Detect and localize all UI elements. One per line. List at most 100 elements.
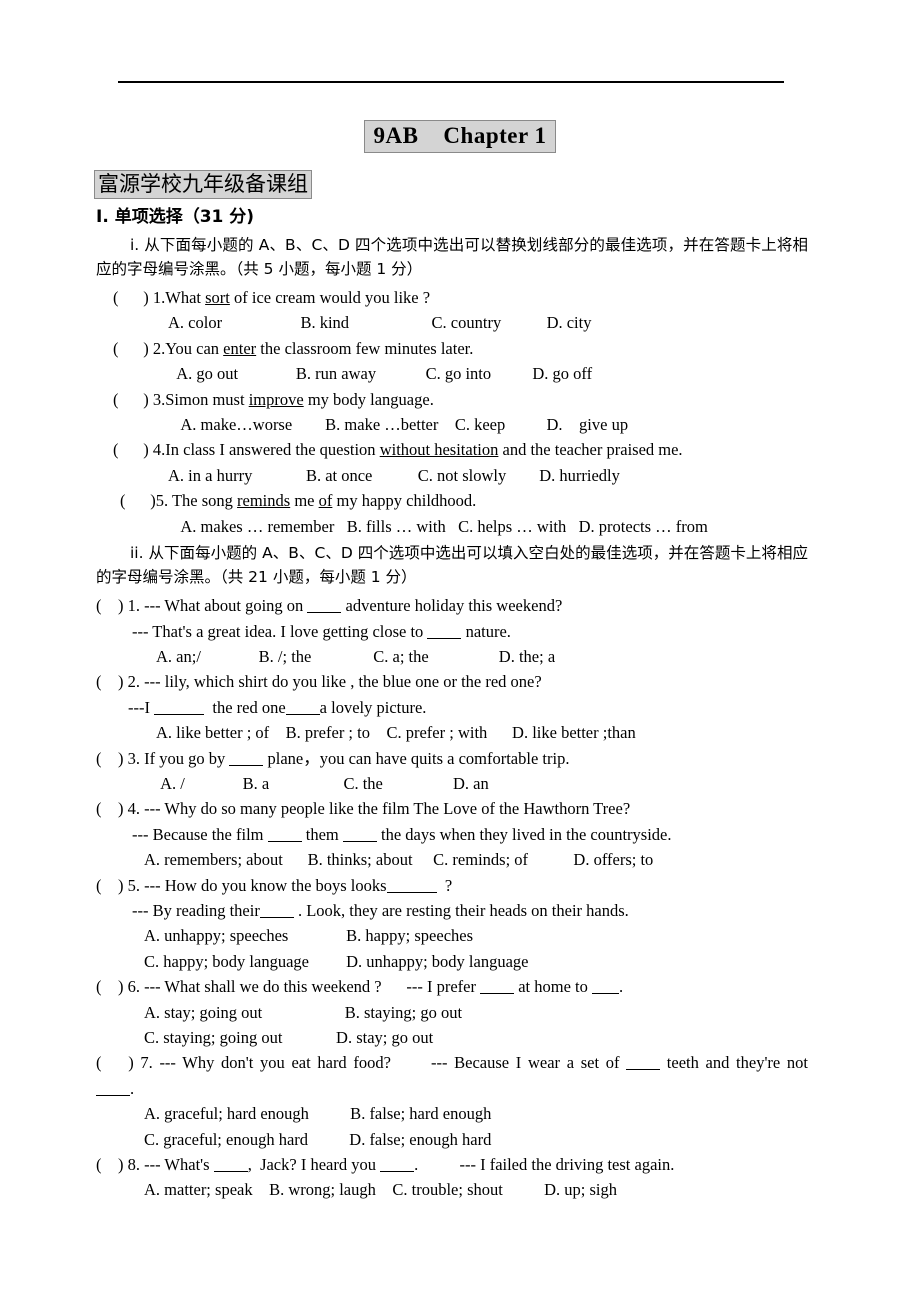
question-ii-5-line2: --- By reading their . Look, they are re… [96,898,808,923]
q-bracket[interactable]: ( ) [96,799,128,818]
q-line1-post: plane，you can have quits a comfortable t… [263,748,570,768]
option-list[interactable]: A. an;/ B. /; the C. a; the D. the; a [156,647,555,666]
q-stem-pre: In class I answered the question [165,440,380,460]
part-i-instruction: i. 从下面每小题的 A、B、C、D 四个选项中选出可以替换划线部分的最佳选项，… [96,236,808,279]
q-line1-pre: --- Why don't you eat hard food? --- Bec… [159,1053,627,1073]
answer-blank[interactable] [480,978,515,995]
q-line2-post: . [130,1078,135,1098]
answer-blank[interactable] [380,1155,415,1173]
q-stem-post: the classroom few minutes later. [256,338,474,358]
answer-blank[interactable] [342,825,377,842]
q-stem-pre: Simon must [165,389,249,409]
q-number: 7. [140,1053,160,1073]
option-list[interactable]: A. makes … remember B. fills … with C. h… [168,517,707,536]
q-stem-underlined: improve [248,389,304,409]
q-bracket[interactable]: ( ) [96,1053,140,1072]
q-bracket[interactable]: ( ) [96,876,128,895]
header-horizontal-rule [118,81,784,83]
q-bracket[interactable]: ( ) [120,491,156,510]
q-line2-pre: --- Because the film [132,824,268,844]
q-line1-post: ? [436,875,453,895]
q-stem-mid: me [290,491,319,511]
q-bracket[interactable]: ( ) [96,749,128,768]
option-list[interactable]: A. matter; speak B. wrong; laugh C. trou… [144,1180,617,1199]
q-stem-underlined: enter [223,338,257,358]
q-bracket[interactable]: ( ) [113,390,153,409]
option-list-row-2[interactable]: C. happy; body language D. unhappy; body… [144,952,528,971]
question-i-2-options: A. go out B. run away C. go into D. go o… [96,361,808,386]
question-ii-7-options-row1: A. graceful; hard enough B. false; hard … [96,1101,808,1126]
answer-blank[interactable] [592,978,620,995]
q-number: 2. [152,338,166,358]
q-stem-underlined: sort [205,288,230,308]
q-line1-pre: --- What shall we do this weekend ? --- … [144,977,481,997]
q-stem-pre: What [165,288,206,308]
q-line2-pre: --- By reading their [132,901,260,920]
q-stem-underlined: without hesitation [379,440,499,460]
question-ii-1-options: A. an;/ B. /; the C. a; the D. the; a [96,644,808,669]
q-stem-underlined: reminds [237,491,291,511]
option-list[interactable]: A. in a hurry B. at once C. not slowly D… [168,466,620,485]
q-bracket[interactable]: ( ) [96,672,128,691]
chapter-title-container: 9AB Chapter 1 [0,120,920,154]
part-ii-instruction: ii. 从下面每小题的 A、B、C、D 四个选项中选出可以填入空白处的最佳选项，… [96,544,808,587]
q-bracket[interactable]: ( ) [96,1155,128,1174]
q-number: 6. [127,977,145,997]
q-number: 3. [127,748,145,768]
q-stem-post: my happy childhood. [332,491,477,511]
q-line1-post: teeth and they're not [660,1053,809,1073]
question-ii-2-line2: ---I the red one a lovely picture. [96,695,808,720]
q-bracket[interactable]: ( ) [113,288,153,307]
answer-blank[interactable] [267,825,302,842]
answer-blank[interactable] [427,622,462,639]
option-list[interactable]: A. go out B. run away C. go into D. go o… [168,364,592,383]
option-list[interactable]: A. like better ; of B. prefer ; to C. pr… [156,723,636,742]
q-line1: --- lily, which shirt do you like , the … [144,672,542,692]
question-ii-7-line2: . [96,1076,808,1101]
q-bracket[interactable]: ( ) [113,440,153,459]
school-title-container: 富源学校九年级备课组 [94,170,312,200]
answer-blank[interactable] [213,1155,248,1173]
q-line1-pre: --- What about going on [144,596,308,616]
q-line2-post: . Look, they are resting their heads on … [293,901,629,920]
question-ii-4: ( ) 4. --- Why do so many people like th… [96,796,808,821]
answer-blank[interactable] [386,876,437,893]
q-stem-underlined-2: of [318,491,333,511]
option-list[interactable]: A. / B. a C. the D. an [156,774,489,793]
option-list[interactable]: A. make…worse B. make …better C. keep D.… [168,415,628,434]
option-list-row-2[interactable]: C. graceful; enough hard D. false; enoug… [144,1130,491,1149]
question-ii-5-options-row2: C. happy; body language D. unhappy; body… [96,949,808,974]
q-stem-pre: The song [171,491,238,511]
q-bracket[interactable]: ( ) [96,596,128,615]
answer-blank[interactable] [285,698,320,715]
exam-content: I. 单项选择（31 分) i. 从下面每小题的 A、B、C、D 四个选项中选出… [96,209,808,1203]
q-line2-post: nature. [461,621,511,641]
q-bracket[interactable]: ( ) [96,977,128,996]
answer-blank[interactable] [307,596,342,614]
question-i-3: ( ) 3.Simon must improve my body languag… [96,387,808,412]
answer-blank[interactable] [154,698,205,715]
answer-blank[interactable] [229,749,264,766]
question-ii-6-options-row1: A. stay; going out B. staying; go out [96,1000,808,1025]
question-i-2: ( ) 2.You can enter the classroom few mi… [96,336,808,361]
q-bracket[interactable]: ( ) [113,339,153,358]
question-ii-6-options-row2: C. staying; going out D. stay; go out [96,1025,808,1050]
q-line1-post: adventure holiday this weekend? [341,596,563,616]
q-stem-post: my body language. [303,389,434,409]
question-ii-1-line2: --- That's a great idea. I love getting … [96,619,808,644]
question-i-5: ( )5. The song reminds me of my happy ch… [96,488,808,513]
option-list-row-1[interactable]: A. graceful; hard enough B. false; hard … [144,1104,491,1123]
option-list-row-2[interactable]: C. staying; going out D. stay; go out [144,1028,433,1047]
question-ii-8: ( ) 8. --- What's , Jack? I heard you . … [96,1152,808,1177]
question-ii-5: ( ) 5. --- How do you know the boys look… [96,873,808,898]
answer-blank[interactable] [259,901,294,918]
option-list-row-1[interactable]: A. stay; going out B. staying; go out [144,1003,462,1022]
question-ii-6: ( ) 6. --- What shall we do this weekend… [96,974,808,999]
option-list[interactable]: A. color B. kind C. country D. city [168,313,591,332]
question-i-3-options: A. make…worse B. make …better C. keep D.… [96,412,808,437]
option-list-row-1[interactable]: A. unhappy; speeches B. happy; speeches [144,926,473,945]
answer-blank[interactable] [96,1079,130,1096]
option-list[interactable]: A. remembers; about B. thinks; about C. … [144,850,653,869]
question-ii-7: ( ) 7. --- Why don't you eat hard food? … [96,1050,808,1075]
answer-blank[interactable] [626,1054,661,1071]
